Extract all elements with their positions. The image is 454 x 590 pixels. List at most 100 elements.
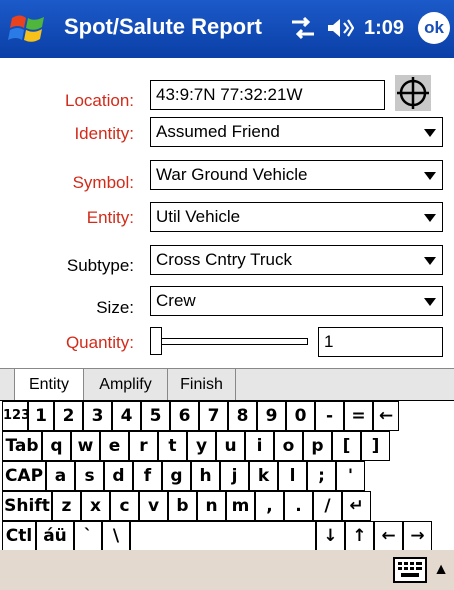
key[interactable]: v [139,491,168,521]
key[interactable]: o [274,431,303,461]
key[interactable]: [ [332,431,361,461]
title-bar: Spot/Salute Report 1:09 ok [0,0,454,58]
subtype-value: Cross Cntry Truck [156,250,293,269]
key[interactable]: 1 [28,401,54,431]
connectivity-icon[interactable] [290,16,316,40]
soft-keyboard: 123 1 2 3 4 5 6 7 8 9 0 - = ← Tab q w e … [0,400,454,551]
key[interactable]: ; [307,461,336,491]
key[interactable]: 123 [2,401,30,431]
tab-bar: Entity Amplify Finish [0,368,454,401]
speaker-icon[interactable] [326,16,354,40]
quantity-slider[interactable] [150,327,308,357]
key[interactable]: . [284,491,313,521]
key[interactable]: Tab [2,431,42,461]
keyboard-row-1: 123 1 2 3 4 5 6 7 8 9 0 - = ← [0,401,454,431]
left-arrow-key[interactable]: ← [374,521,403,551]
tab-entity[interactable]: Entity [14,369,84,400]
key[interactable]: \ [102,521,130,551]
backspace-key[interactable]: ← [373,401,399,431]
key[interactable]: m [226,491,255,521]
key[interactable]: , [255,491,284,521]
windows-logo-icon[interactable] [8,10,48,48]
key[interactable]: ] [361,431,390,461]
location-field[interactable]: 43:9:7N 77:32:21W [150,80,385,110]
entity-value: Util Vehicle [156,207,241,226]
quantity-field[interactable]: 1 [318,327,443,357]
size-value: Crew [156,291,196,310]
key[interactable]: h [191,461,220,491]
key[interactable]: u [216,431,245,461]
chevron-down-icon [424,172,436,180]
slider-thumb[interactable] [150,327,162,355]
key[interactable]: i [245,431,274,461]
key[interactable]: r [129,431,158,461]
clock: 1:09 [364,16,405,39]
ok-button[interactable]: ok [418,12,450,44]
key[interactable]: b [168,491,197,521]
chevron-down-icon [424,298,436,306]
keyboard-row-5: Ctl áü ` \ ↓ ↑ ← → [0,521,454,551]
identity-dropdown[interactable]: Assumed Friend [150,117,443,147]
size-label: Size: [96,298,134,317]
key[interactable]: j [220,461,249,491]
key[interactable]: x [81,491,110,521]
key[interactable]: q [42,431,71,461]
key[interactable]: 5 [141,401,170,431]
key[interactable]: 6 [170,401,199,431]
key[interactable]: e [100,431,129,461]
key[interactable]: n [197,491,226,521]
key[interactable]: p [303,431,332,461]
space-key[interactable] [130,521,316,551]
accent-key[interactable]: áü [36,521,74,551]
tab-finish[interactable]: Finish [168,369,236,400]
identity-label: Identity: [74,124,134,143]
key[interactable]: 7 [199,401,228,431]
keyboard-row-3: CAP a s d f g h j k l ; ' [0,461,454,491]
symbol-dropdown[interactable]: War Ground Vehicle [150,160,443,190]
right-arrow-key[interactable]: → [403,521,432,551]
chevron-down-icon [424,129,436,137]
down-arrow-key[interactable]: ↓ [316,521,345,551]
subtype-label: Subtype: [66,256,134,275]
key[interactable]: / [313,491,342,521]
key[interactable]: d [104,461,133,491]
key[interactable]: g [162,461,191,491]
window-title: Spot/Salute Report [64,14,263,39]
key[interactable]: ` [74,521,102,551]
key[interactable]: 0 [286,401,315,431]
key[interactable]: 9 [257,401,286,431]
gps-crosshair-icon[interactable] [395,75,431,111]
enter-key[interactable]: ↵ [342,491,371,521]
input-panel-toggle-icon[interactable]: ▲ [430,555,452,585]
key[interactable]: 4 [112,401,141,431]
entity-dropdown[interactable]: Util Vehicle [150,202,443,232]
symbol-value: War Ground Vehicle [156,165,308,184]
key[interactable]: z [52,491,81,521]
key[interactable]: t [158,431,187,461]
size-dropdown[interactable]: Crew [150,286,443,316]
key[interactable]: f [133,461,162,491]
key[interactable]: ' [336,461,365,491]
chevron-down-icon [424,214,436,222]
key[interactable]: y [187,431,216,461]
tab-amplify[interactable]: Amplify [84,369,168,400]
key[interactable]: k [249,461,278,491]
up-arrow-key[interactable]: ↑ [345,521,374,551]
key[interactable]: 8 [228,401,257,431]
key[interactable]: s [75,461,104,491]
key[interactable]: c [110,491,139,521]
subtype-dropdown[interactable]: Cross Cntry Truck [150,245,443,275]
key[interactable]: - [315,401,344,431]
key[interactable]: l [278,461,307,491]
key[interactable]: w [71,431,100,461]
menu-bar [0,550,454,590]
key[interactable]: = [344,401,373,431]
ctrl-key[interactable]: Ctl [2,521,36,551]
key[interactable]: 2 [54,401,83,431]
keyboard-icon[interactable] [393,557,427,583]
key[interactable]: CAP [2,461,46,491]
key[interactable]: 3 [83,401,112,431]
chevron-down-icon [424,257,436,265]
key[interactable]: a [46,461,75,491]
shift-key[interactable]: Shift [2,491,52,521]
